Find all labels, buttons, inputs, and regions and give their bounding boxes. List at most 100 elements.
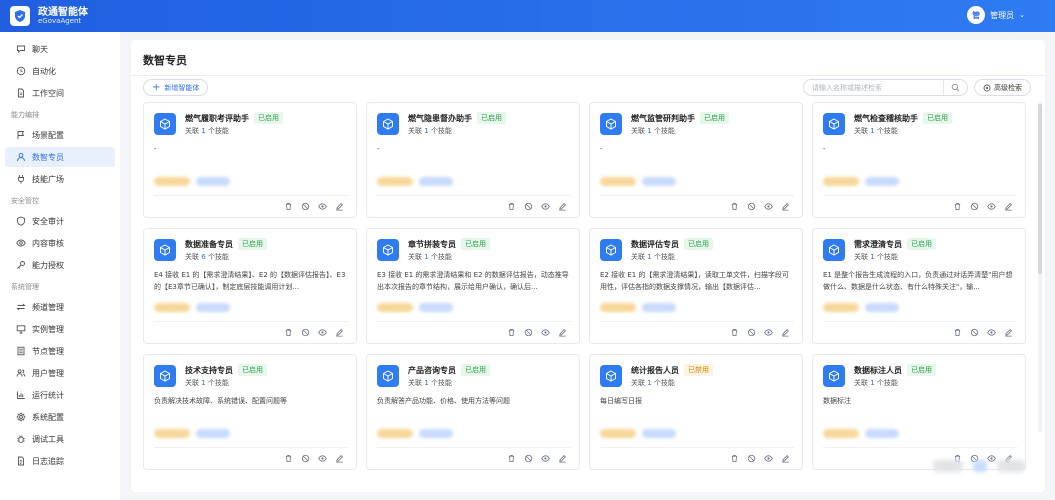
disable-icon[interactable]: [524, 454, 533, 463]
sidebar-item-debug-tools[interactable]: 调试工具: [5, 429, 115, 449]
disable-icon[interactable]: [301, 202, 310, 211]
sidebar-item-channel-mgmt[interactable]: 频道管理: [5, 297, 115, 317]
sidebar-item-label: 日志追踪: [32, 456, 64, 466]
delete-icon[interactable]: [284, 202, 293, 211]
scrollbar-thumb[interactable]: [1038, 104, 1042, 274]
advanced-search-button[interactable]: 高级检索: [974, 79, 1031, 96]
view-icon[interactable]: [318, 202, 327, 211]
agent-card[interactable]: 燃气检查稽核助手 已启用 关联 1 个技能 -: [812, 102, 1026, 218]
delete-icon[interactable]: [953, 202, 962, 211]
sidebar-item-automation[interactable]: 自动化: [5, 61, 115, 81]
view-icon[interactable]: [318, 328, 327, 337]
view-icon[interactable]: [764, 454, 773, 463]
delete-icon[interactable]: [507, 202, 516, 211]
sidebar-item-user-mgmt[interactable]: 用户管理: [5, 363, 115, 383]
view-icon[interactable]: [987, 202, 996, 211]
section-label: 安全管控: [11, 197, 39, 205]
sidebar-item-workspace[interactable]: 工作空间: [5, 83, 115, 103]
edit-icon[interactable]: [335, 202, 344, 211]
edit-icon[interactable]: [558, 202, 567, 211]
sidebar-item-content-review[interactable]: 内容审核: [5, 233, 115, 253]
agent-card[interactable]: 燃气履职考评助手 已启用 关联 1 个技能 -: [143, 102, 357, 218]
edit-icon[interactable]: [1004, 328, 1013, 337]
sidebar-item-instance-mgmt[interactable]: 实例管理: [5, 319, 115, 339]
sidebar-item-label: 频道管理: [32, 302, 64, 312]
disable-icon[interactable]: [747, 328, 756, 337]
view-icon[interactable]: [541, 328, 550, 337]
divider: [154, 321, 348, 322]
agent-card[interactable]: 数据准备专员 已启用 关联 6 个技能 E4 接收 E1 的【需求澄清结果】、E2 的…: [143, 228, 357, 344]
sidebar-item-label: 实例管理: [32, 324, 64, 334]
sidebar-item-digital-agents[interactable]: 数智专员: [5, 147, 115, 167]
sidebar-item-system-config[interactable]: 系统配置: [5, 407, 115, 427]
agent-card[interactable]: 章节拼装专员 已启用 关联 1 个技能 E3 接收 E1 的需求澄清结果和 E2 的数…: [366, 228, 580, 344]
flag-icon: [16, 130, 26, 140]
sidebar-item-chat[interactable]: 聊天: [5, 39, 115, 59]
tag-list: [600, 177, 676, 186]
agent-card[interactable]: 需求澄清专员 已启用 关联 1 个技能 E1 是整个报告生成流程的入口，负责通过对话弄…: [812, 228, 1026, 344]
agent-card[interactable]: 统计报告人员 已禁用 关联 1 个技能 每日编写日报: [589, 354, 803, 470]
edit-icon[interactable]: [558, 328, 567, 337]
agent-card[interactable]: 燃气隐患督办助手 已启用 关联 1 个技能 -: [366, 102, 580, 218]
edit-icon[interactable]: [1004, 202, 1013, 211]
view-icon[interactable]: [764, 202, 773, 211]
disable-icon[interactable]: [747, 454, 756, 463]
skill-count-number: 1: [647, 127, 652, 135]
delete-icon[interactable]: [730, 454, 739, 463]
sidebar-item-security-audit[interactable]: 安全审计: [5, 211, 115, 231]
view-icon[interactable]: [318, 454, 327, 463]
delete-icon[interactable]: [953, 328, 962, 337]
sidebar-item-scene-config[interactable]: 场景配置: [5, 125, 115, 145]
delete-icon[interactable]: [284, 454, 293, 463]
disable-icon[interactable]: [747, 202, 756, 211]
scrollbar[interactable]: [1038, 102, 1042, 432]
agent-card[interactable]: 燃气监管研判助手 已启用 关联 1 个技能 -: [589, 102, 803, 218]
tag: [823, 303, 859, 312]
user-menu[interactable]: 管 管理员 ⌄: [967, 6, 1025, 24]
disable-icon[interactable]: [301, 454, 310, 463]
view-icon[interactable]: [541, 202, 550, 211]
shield-icon: [16, 216, 26, 226]
disable-icon[interactable]: [970, 202, 979, 211]
view-icon[interactable]: [987, 328, 996, 337]
sidebar-item-capability-auth[interactable]: 能力授权: [5, 255, 115, 275]
disable-icon[interactable]: [524, 202, 533, 211]
search-input[interactable]: [812, 83, 947, 92]
delete-icon[interactable]: [730, 328, 739, 337]
sidebar-item-run-stats[interactable]: 运行统计: [5, 385, 115, 405]
edit-icon[interactable]: [781, 328, 790, 337]
sidebar-item-skill-plaza[interactable]: 技能广场: [5, 169, 115, 189]
skill-count-suffix: 个技能: [653, 253, 675, 261]
status-badge: 已启用: [923, 112, 952, 124]
sidebar-item-label: 用户管理: [32, 368, 64, 378]
edit-icon[interactable]: [781, 454, 790, 463]
add-agent-button[interactable]: + 新增智能体: [143, 79, 209, 96]
search-button[interactable]: [943, 80, 967, 95]
edit-icon[interactable]: [335, 454, 344, 463]
pagination-page[interactable]: [973, 460, 987, 472]
edit-icon[interactable]: [781, 202, 790, 211]
view-icon[interactable]: [764, 328, 773, 337]
agent-card[interactable]: 数据标注人员 已启用 关联 1 个技能 数据标注: [812, 354, 1026, 470]
status-badge: 已启用: [254, 112, 283, 124]
skill-count-suffix: 个技能: [876, 379, 898, 387]
agent-card[interactable]: 技术支持专员 已启用 关联 1 个技能 负责解决技术故障、系统错误、配置问题等: [143, 354, 357, 470]
delete-icon[interactable]: [507, 328, 516, 337]
disable-icon[interactable]: [301, 328, 310, 337]
delete-icon[interactable]: [730, 202, 739, 211]
delete-icon[interactable]: [284, 328, 293, 337]
view-icon[interactable]: [541, 454, 550, 463]
delete-icon[interactable]: [507, 454, 516, 463]
divider: [377, 321, 571, 322]
edit-icon[interactable]: [335, 328, 344, 337]
agent-card[interactable]: 产品咨询专员 已启用 关联 1 个技能 负责解答产品功能、价格、使用方法等问题: [366, 354, 580, 470]
pagination-size[interactable]: [997, 460, 1025, 472]
disable-icon[interactable]: [970, 328, 979, 337]
cube-icon: [823, 239, 845, 261]
edit-icon[interactable]: [558, 454, 567, 463]
agent-card[interactable]: 数据评估专员 已启用 关联 1 个技能 E2 接收 E1 的【需求澄清结果】，读取工单…: [589, 228, 803, 344]
disable-icon[interactable]: [524, 328, 533, 337]
gear-icon: [16, 412, 26, 422]
sidebar-item-node-mgmt[interactable]: 节点管理: [5, 341, 115, 361]
sidebar-item-log-trace[interactable]: 日志追踪: [5, 451, 115, 471]
